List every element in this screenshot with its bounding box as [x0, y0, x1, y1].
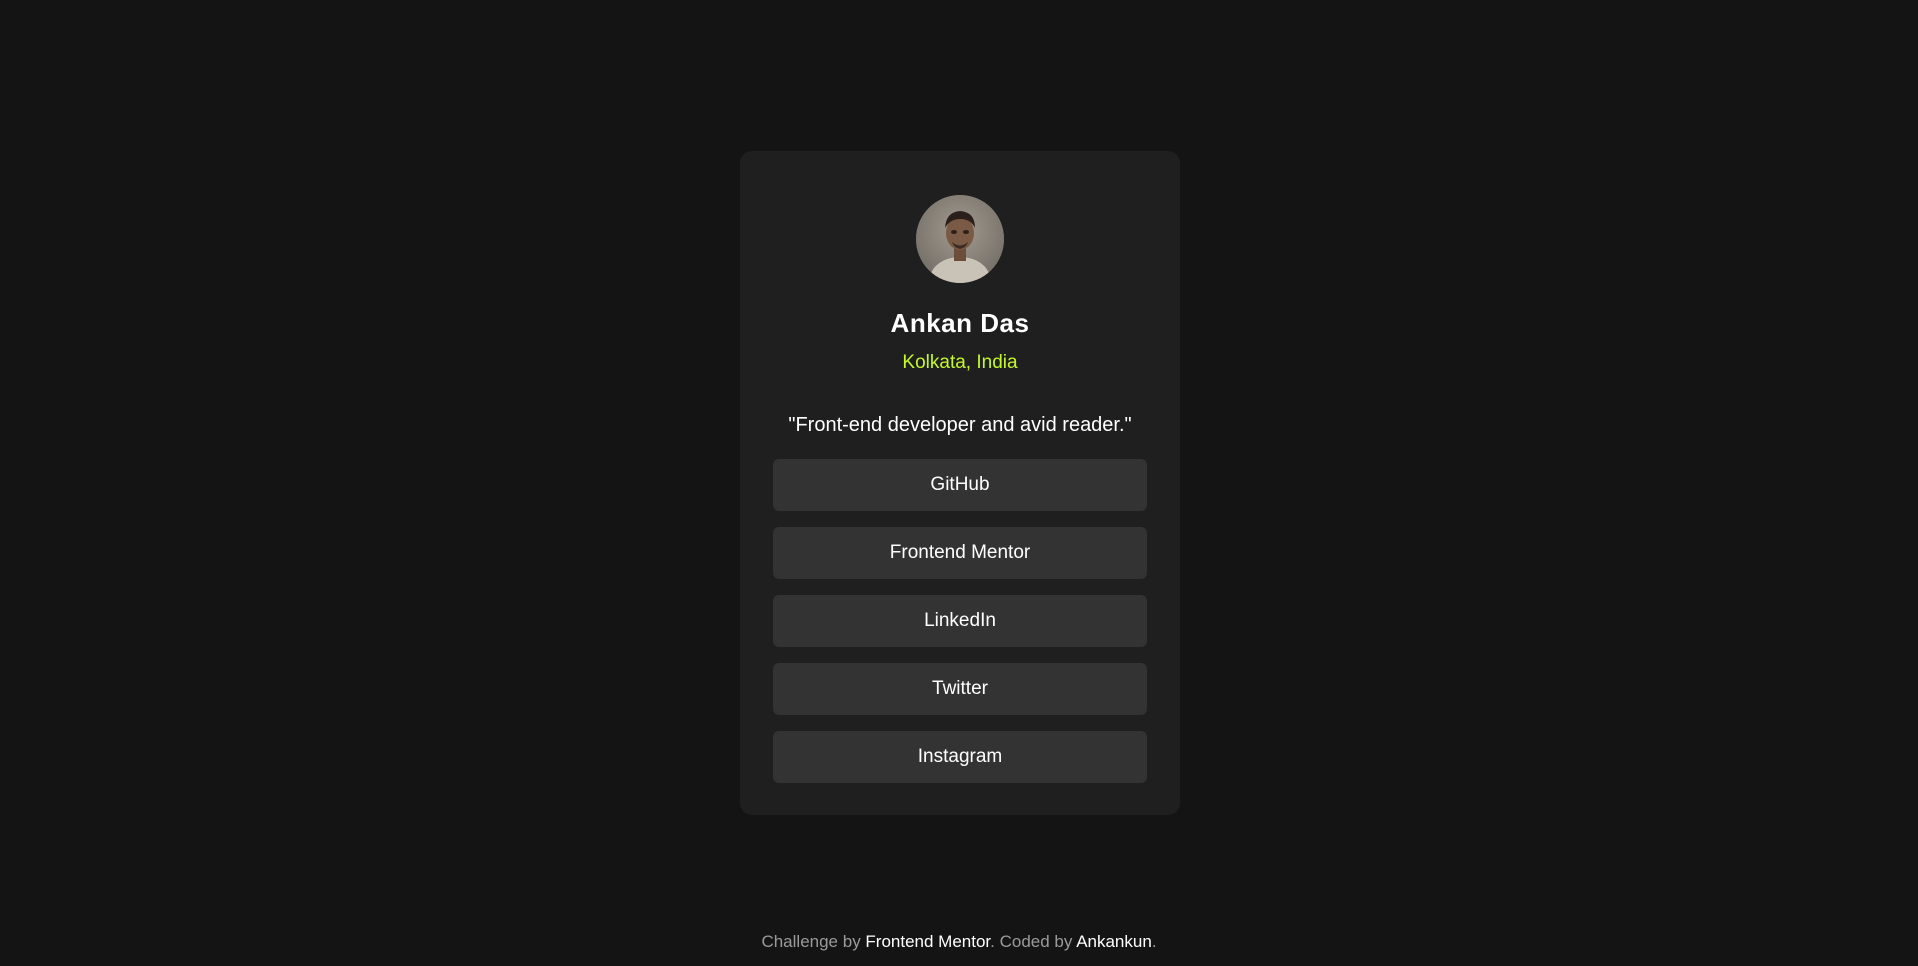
frontend-mentor-link-button[interactable]: Frontend Mentor — [773, 527, 1147, 579]
social-links: GitHub Frontend Mentor LinkedIn Twitter … — [773, 459, 1147, 799]
profile-card: Ankan Das Kolkata, India "Front-end deve… — [740, 151, 1180, 815]
instagram-link-button[interactable]: Instagram — [773, 731, 1147, 783]
profile-location: Kolkata, India — [902, 352, 1018, 373]
footer-middle-text: . Coded by — [990, 932, 1077, 951]
linkedin-link-button[interactable]: LinkedIn — [773, 595, 1147, 647]
github-link-button[interactable]: GitHub — [773, 459, 1147, 511]
author-footer-link[interactable]: Ankankun — [1076, 932, 1152, 951]
profile-name: Ankan Das — [890, 308, 1030, 338]
avatar — [916, 195, 1004, 283]
twitter-link-button[interactable]: Twitter — [773, 663, 1147, 715]
footer-suffix-text: . — [1151, 932, 1157, 951]
footer-prefix-text: Challenge by — [761, 932, 866, 951]
profile-bio: "Front-end developer and avid reader." — [788, 414, 1132, 436]
frontend-mentor-footer-link[interactable]: Frontend Mentor — [865, 932, 990, 951]
avatar-photo — [916, 195, 1004, 283]
attribution-footer: Challenge by Frontend Mentor. Coded by A… — [0, 932, 1918, 952]
